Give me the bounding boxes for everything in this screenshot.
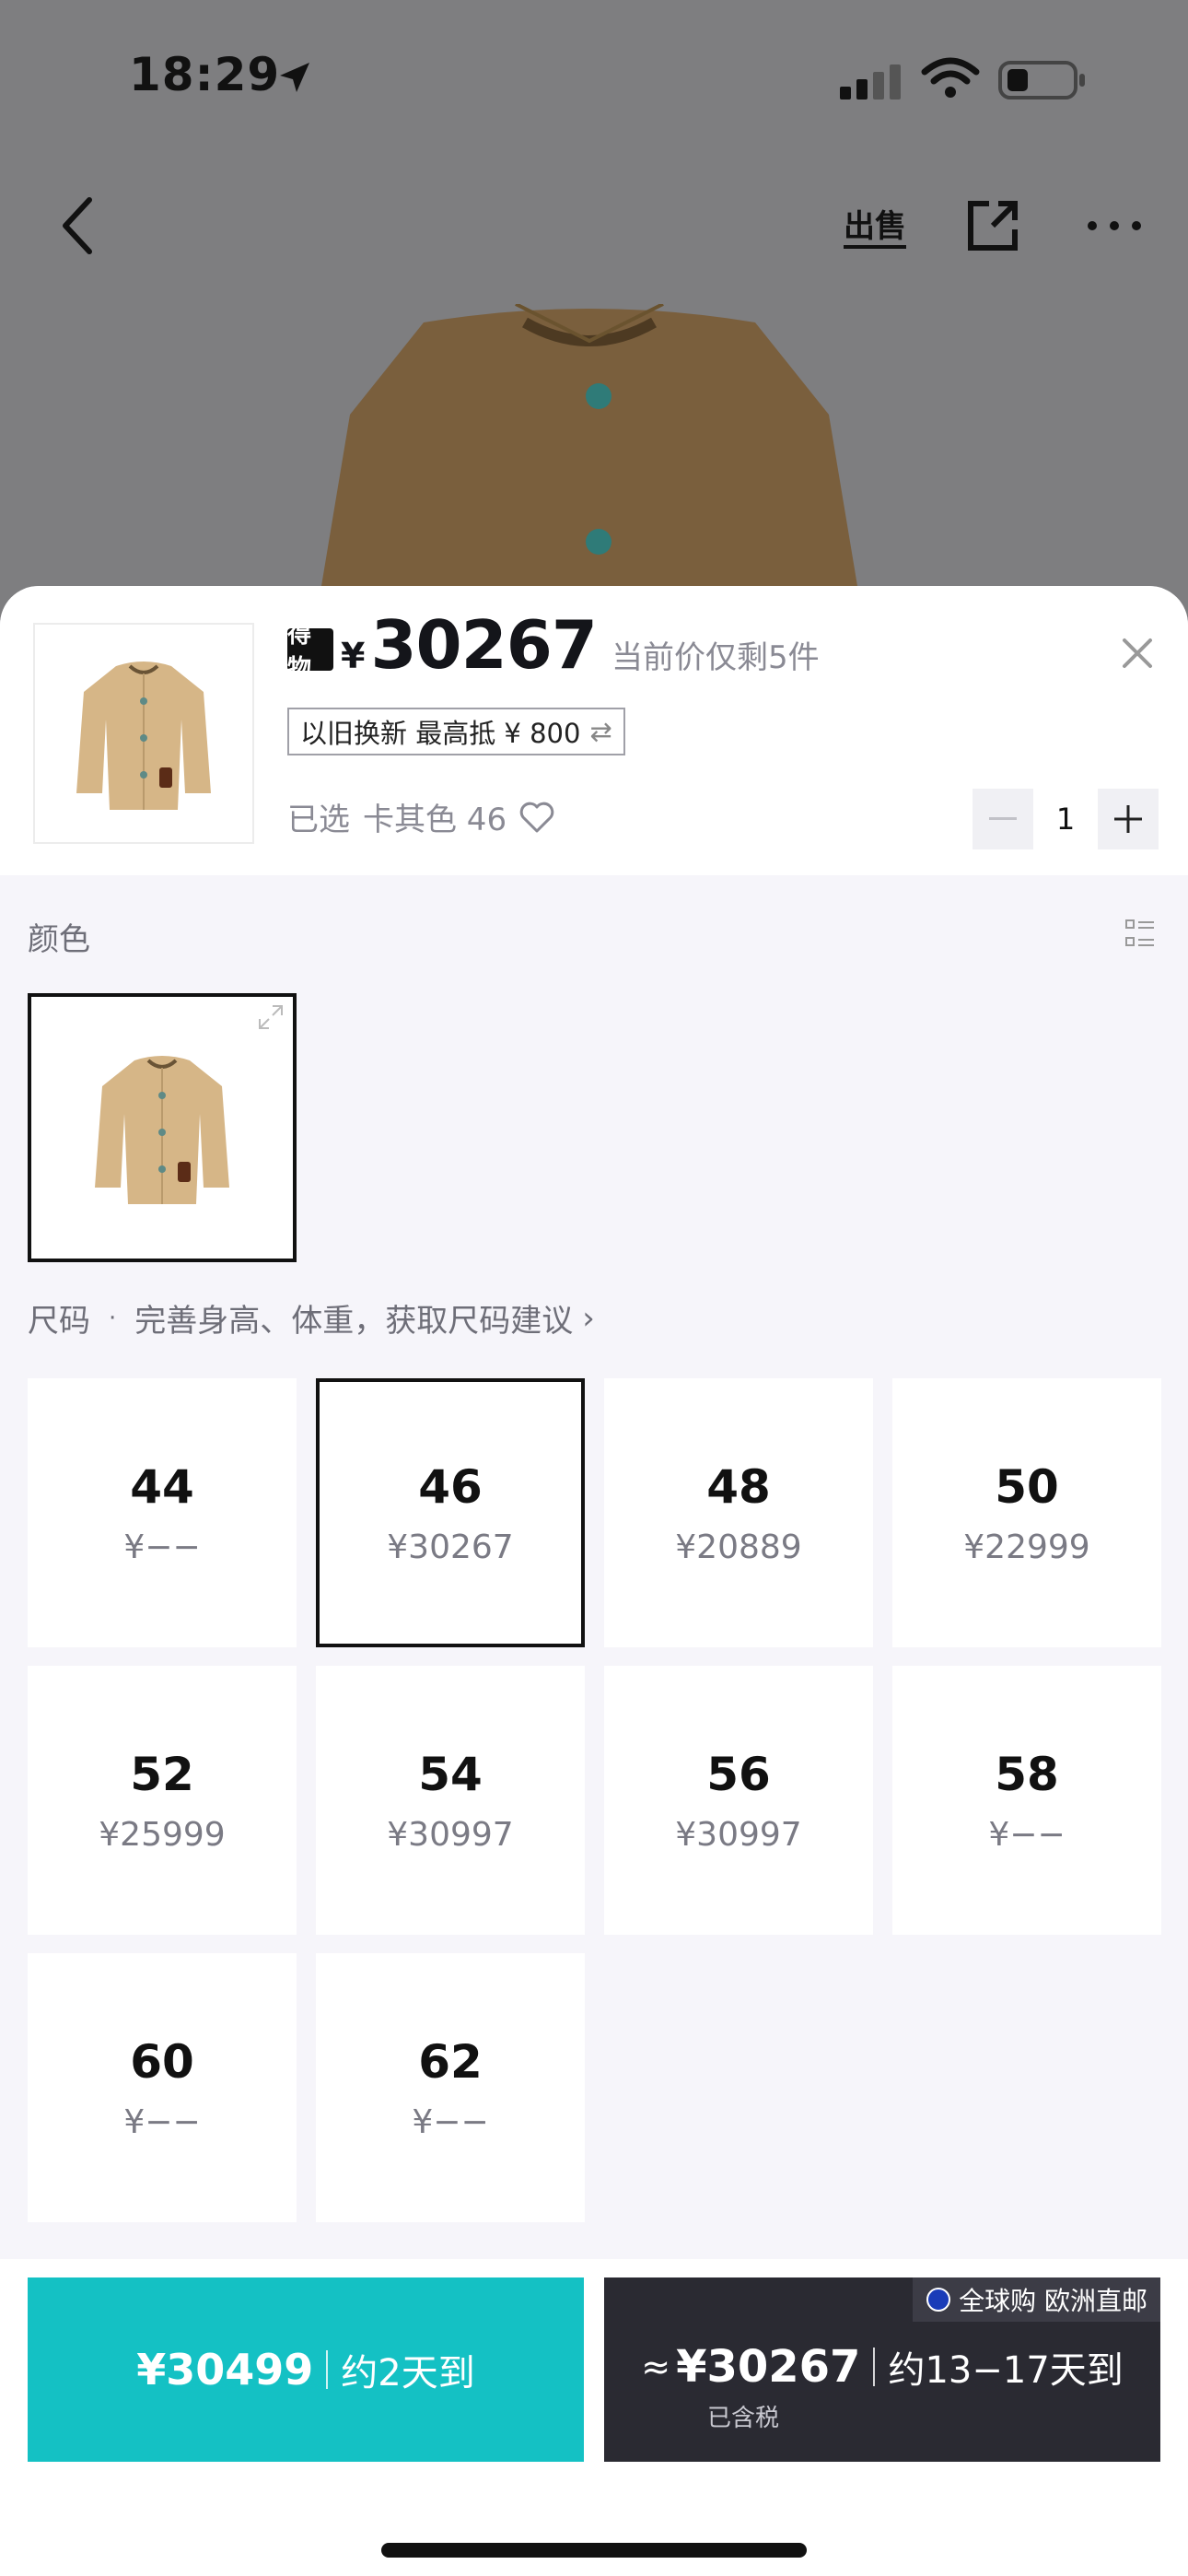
more-button[interactable] — [1077, 193, 1151, 258]
stock-note: 当前价仅剩5件 — [611, 639, 820, 676]
status-bar: 18:29 — [0, 0, 1188, 166]
size-price: ¥−− — [123, 1528, 201, 1566]
size-value: 48 — [706, 1459, 771, 1514]
size-option-44[interactable]: 44 ¥−− — [28, 1378, 297, 1647]
tax-included-note: 已含税 — [707, 2405, 780, 2432]
selected-value: 卡其色 46 — [363, 802, 507, 838]
size-value: 54 — [418, 1747, 483, 1801]
divider — [873, 2348, 876, 2386]
minus-icon — [989, 817, 1017, 820]
size-option-58[interactable]: 58 ¥−− — [892, 1666, 1161, 1935]
size-option-54[interactable]: 54 ¥30997 — [316, 1666, 585, 1935]
size-value: 46 — [418, 1459, 483, 1514]
signal-icon — [840, 64, 901, 100]
back-button[interactable] — [46, 193, 111, 258]
size-section-label: 尺码 — [28, 1303, 90, 1340]
size-grid: 44 ¥−− 46 ¥30267 48 ¥20889 50 ¥22999 52 ¥25999 54 ¥… — [28, 1378, 1162, 2222]
currency-symbol: ¥ — [341, 636, 366, 676]
size-price: ¥30997 — [387, 1815, 514, 1854]
size-price: ¥25999 — [99, 1815, 226, 1854]
quantity-value[interactable]: 1 — [1033, 802, 1098, 837]
size-option-50[interactable]: 50 ¥22999 — [892, 1378, 1161, 1647]
wifi-icon — [921, 57, 980, 98]
brand-logo: 得物 — [287, 621, 333, 683]
size-value: 62 — [418, 2034, 483, 2089]
approx-symbol: ≈ — [641, 2347, 671, 2387]
product-thumbnail — [33, 623, 254, 844]
size-option-48[interactable]: 48 ¥20889 — [604, 1378, 873, 1647]
trade-in-text: 以旧换新 最高抵 ¥ 800 — [300, 718, 581, 749]
home-indicator — [381, 2543, 807, 2558]
size-price: ¥−− — [988, 1815, 1066, 1854]
size-value: 60 — [130, 2034, 194, 2089]
bottom-purchase-bar: ¥30499 约2天到 全球购 欧洲直邮 ≈ ¥30267 约13−17天到 已… — [0, 2259, 1188, 2576]
size-option-60[interactable]: 60 ¥−− — [28, 1953, 297, 2222]
fast-price: ¥30499 — [136, 2345, 314, 2395]
size-price: ¥30997 — [675, 1815, 802, 1854]
size-price: ¥20889 — [675, 1528, 802, 1566]
sell-label: 出售 — [844, 208, 906, 249]
eu-flag-icon — [926, 2288, 951, 2312]
size-value: 58 — [995, 1747, 1059, 1801]
list-view-icon[interactable] — [1125, 919, 1155, 947]
status-time: 18:29 — [129, 48, 281, 101]
quantity-stepper: 1 — [973, 789, 1159, 849]
close-icon — [1123, 638, 1152, 668]
close-button[interactable] — [1114, 630, 1160, 676]
global-price: ¥30267 — [676, 2341, 861, 2393]
size-value: 52 — [130, 1747, 194, 1801]
battery-icon — [998, 61, 1085, 100]
heart-icon[interactable] — [519, 802, 554, 833]
size-price: ¥30267 — [387, 1528, 514, 1566]
size-advice-link[interactable]: 完善身高、体重，获取尺码建议 — [134, 1295, 573, 1341]
location-arrow-icon — [280, 63, 309, 92]
fast-eta: 约2天到 — [341, 2352, 475, 2395]
increase-quantity-button[interactable] — [1098, 789, 1159, 849]
selected-prefix: 已选 — [287, 802, 350, 838]
size-section-header[interactable]: 尺码 · 完善身高、体重，获取尺码建议 › — [28, 1295, 595, 1341]
current-price: 30267 — [370, 606, 597, 684]
price-row: ¥ 30267 当前价仅剩5件 — [341, 606, 820, 684]
expand-icon[interactable] — [258, 1004, 284, 1030]
size-option-56[interactable]: 56 ¥30997 — [604, 1666, 873, 1935]
back-chevron-icon — [63, 197, 92, 254]
size-value: 56 — [706, 1747, 771, 1801]
global-price-row: ≈ ¥30267 约13−17天到 — [604, 2340, 1160, 2394]
top-nav-bar: 出售 — [0, 175, 1188, 276]
sheet-header: 得物 ¥ 30267 当前价仅剩5件 以旧换新 最高抵 ¥ 800 ⇄ 已选 卡… — [0, 586, 1188, 875]
size-option-46[interactable]: 46 ¥30267 — [316, 1378, 585, 1647]
trade-in-badge[interactable]: 以旧换新 最高抵 ¥ 800 ⇄ — [287, 708, 625, 755]
decrease-quantity-button[interactable] — [973, 789, 1033, 849]
global-eta: 约13−17天到 — [888, 2349, 1124, 2392]
separator-dot: · — [109, 1304, 117, 1332]
color-section-label: 颜色 — [28, 921, 90, 958]
size-price: ¥22999 — [963, 1528, 1090, 1566]
chevron-right-icon: › — [582, 1299, 595, 1337]
plus-icon — [1114, 805, 1142, 833]
divider — [326, 2350, 329, 2389]
jacket-image — [76, 662, 211, 810]
buy-fast-delivery-button[interactable]: ¥30499 约2天到 — [28, 2277, 584, 2462]
buy-global-button[interactable]: 全球购 欧洲直邮 ≈ ¥30267 约13−17天到 已含税 — [604, 2277, 1160, 2462]
size-price: ¥−− — [412, 2102, 489, 2141]
selected-summary: 已选 卡其色 46 — [287, 794, 554, 839]
global-tag-text: 全球购 欧洲直邮 — [959, 2286, 1147, 2316]
size-option-52[interactable]: 52 ¥25999 — [28, 1666, 297, 1935]
share-button[interactable] — [956, 193, 1030, 258]
sell-button[interactable]: 出售 — [838, 192, 912, 265]
size-option-62[interactable]: 62 ¥−− — [316, 1953, 585, 2222]
swap-icon: ⇄ — [589, 716, 612, 747]
size-value: 50 — [995, 1459, 1059, 1514]
share-icon — [968, 201, 1018, 251]
jacket-color-image — [95, 1056, 229, 1204]
size-value: 44 — [130, 1459, 194, 1514]
size-price: ¥−− — [123, 2102, 201, 2141]
color-option-khaki[interactable] — [28, 993, 297, 1262]
more-icon — [1088, 221, 1141, 230]
global-purchase-tag: 全球购 欧洲直邮 — [913, 2277, 1160, 2322]
